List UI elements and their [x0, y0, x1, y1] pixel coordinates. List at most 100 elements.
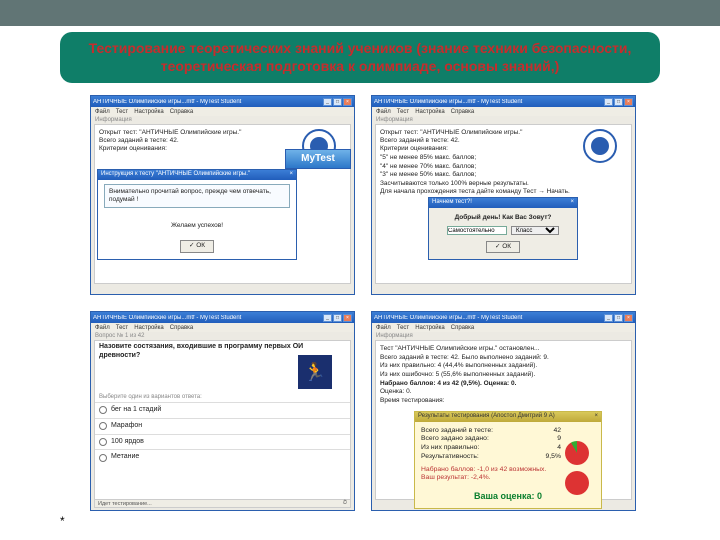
name-input[interactable]	[447, 226, 507, 235]
header-band	[0, 0, 720, 30]
pie-chart-2-icon	[565, 471, 589, 495]
info-label: Информация	[91, 116, 354, 124]
r4l: Результативность:	[421, 453, 479, 461]
menu-help[interactable]: Справка	[170, 109, 194, 115]
menu-test[interactable]: Тест	[397, 109, 409, 115]
runner-icon: 🏃	[298, 355, 332, 389]
close-button[interactable]: ×	[343, 98, 352, 106]
r1v: 42	[553, 427, 561, 435]
max-button[interactable]: □	[333, 314, 342, 322]
results-pane: Тест "АНТИЧНЫЕ Олимпийские игры." остано…	[375, 340, 632, 500]
ok-button[interactable]: ✓ ОК	[486, 241, 520, 253]
info-pane: MyTest Открыт тест: "АНТИЧНЫЕ Олимпийски…	[94, 124, 351, 284]
criteria-note: Засчитываются только 100% верные результ…	[380, 180, 627, 188]
r2l: Всего задано задано:	[421, 435, 489, 443]
max-button[interactable]: □	[614, 314, 623, 322]
option-1-label: бег на 1 стадий	[111, 406, 161, 415]
start-hint: Для начала прохождения теста дайте коман…	[380, 188, 627, 196]
min-button[interactable]: _	[323, 98, 332, 106]
menu-settings[interactable]: Настройка	[134, 109, 164, 115]
menu-settings[interactable]: Настройка	[134, 325, 164, 331]
menu-file[interactable]: Файл	[376, 325, 391, 331]
name-dialog-close-icon[interactable]: ×	[570, 199, 574, 207]
option-2[interactable]: Марафон	[95, 418, 350, 434]
org-logo-icon	[583, 129, 617, 163]
option-3-label: 100 ярдов	[111, 438, 144, 447]
min-button[interactable]: _	[604, 314, 613, 322]
close-button[interactable]: ×	[624, 98, 633, 106]
status-text: Идет тестирование...	[98, 501, 152, 507]
menu-test[interactable]: Тест	[397, 325, 409, 331]
window-title: АНТИЧНЫЕ Олимпийские игры...mtf - MyTest…	[374, 315, 604, 321]
criteria-3: "3" не менее 50% макс. баллов;	[380, 171, 627, 179]
menu-file[interactable]: Файл	[376, 109, 391, 115]
class-select[interactable]: Класс	[511, 226, 559, 235]
menu-help[interactable]: Справка	[170, 325, 194, 331]
menubar: Файл Тест Настройка Справка	[372, 323, 635, 332]
r4v: 9,5%	[546, 453, 562, 461]
option-4[interactable]: Метание	[95, 449, 350, 465]
menu-file[interactable]: Файл	[95, 325, 110, 331]
titlebar[interactable]: АНТИЧНЫЕ Олимпийские игры...mtf - MyTest…	[91, 312, 354, 323]
results-dialog-title: Результаты тестирования (Апостол Дмитрий…	[418, 413, 555, 421]
radio-1[interactable]	[99, 406, 107, 414]
window-name-prompt: АНТИЧНЫЕ Олимпийские игры...mtf - MyTest…	[371, 95, 636, 295]
name-dialog-title: Начнем тест?!	[432, 199, 472, 207]
criteria-4: "4" не менее 70% макс. баллов;	[380, 163, 627, 171]
menu-help[interactable]: Справка	[451, 109, 475, 115]
name-prompt: Добрый день! Как Вас Зовут?	[435, 214, 571, 222]
slide-title: Тестирование теоретических знаний ученик…	[60, 32, 660, 83]
instruction-title: Инструкция к тесту "АНТИЧНЫЕ Олимпийские…	[101, 171, 250, 179]
res-l5: Набрано баллов: 4 из 42 (9,5%). Оценка: …	[380, 380, 627, 388]
option-1[interactable]: бег на 1 стадий	[95, 402, 350, 418]
min-button[interactable]: _	[323, 314, 332, 322]
max-button[interactable]: □	[614, 98, 623, 106]
option-2-label: Марафон	[111, 422, 142, 431]
instruction-text-1: Внимательно прочитай вопрос, прежде чем …	[104, 184, 290, 208]
radio-2[interactable]	[99, 422, 107, 430]
window-results: АНТИЧНЫЕ Олимпийские игры...mtf - MyTest…	[371, 311, 636, 511]
radio-4[interactable]	[99, 454, 107, 462]
statusbar: Идет тестирование... ⏱	[94, 499, 351, 508]
ok-button[interactable]: ✓ ОК	[180, 240, 214, 252]
window-title: АНТИЧНЫЕ Олимпийские игры...mtf - MyTest…	[93, 315, 323, 321]
question-counter: Вопрос № 1 из 42	[91, 332, 354, 340]
res-l1: Тест "АНТИЧНЫЕ Олимпийские игры." остано…	[380, 345, 627, 353]
name-dialog: Начнем тест?! × Добрый день! Как Вас Зов…	[428, 197, 578, 260]
results-dialog: Результаты тестирования (Апостол Дмитрий…	[414, 411, 602, 509]
question-pane: Назовите состязания, входившие в програм…	[94, 340, 351, 500]
r1l: Всего заданий в тесте:	[421, 427, 493, 435]
titlebar[interactable]: АНТИЧНЫЕ Олимпийские игры...mtf - MyTest…	[372, 312, 635, 323]
menu-test[interactable]: Тест	[116, 109, 128, 115]
menu-file[interactable]: Файл	[95, 109, 110, 115]
window-question: АНТИЧНЫЕ Олимпийские игры...mtf - MyTest…	[90, 311, 355, 511]
window-title: АНТИЧНЫЕ Олимпийские игры...mtf - MyTest…	[93, 99, 323, 105]
titlebar[interactable]: АНТИЧНЫЕ Олимпийские игры...mtf - MyTest…	[372, 96, 635, 107]
close-button[interactable]: ×	[343, 314, 352, 322]
mytest-banner: MyTest	[285, 149, 351, 169]
instruction-close-icon[interactable]: ×	[289, 171, 293, 179]
res-l2: Всего заданий в тесте: 42. Было выполнен…	[380, 354, 627, 362]
info-pane: Открыт тест: "АНТИЧНЫЕ Олимпийские игры.…	[375, 124, 632, 284]
instruction-text-2: Желаем успехов!	[104, 222, 290, 230]
r2v: 9	[557, 435, 561, 443]
menu-settings[interactable]: Настройка	[415, 109, 445, 115]
menu-help[interactable]: Справка	[451, 325, 475, 331]
footnote-star: *	[60, 514, 65, 528]
menu-settings[interactable]: Настройка	[415, 325, 445, 331]
timer-icon: ⏱	[343, 500, 347, 507]
screenshot-grid: АНТИЧНЫЕ Олимпийские игры...mtf - MyTest…	[0, 83, 720, 511]
option-3[interactable]: 100 ярдов	[95, 434, 350, 450]
radio-3[interactable]	[99, 438, 107, 446]
titlebar[interactable]: АНТИЧНЫЕ Олимпийские игры...mtf - MyTest…	[91, 96, 354, 107]
min-button[interactable]: _	[604, 98, 613, 106]
max-button[interactable]: □	[333, 98, 342, 106]
menubar: Файл Тест Настройка Справка	[91, 107, 354, 116]
results-close-icon[interactable]: ×	[594, 413, 598, 421]
close-button[interactable]: ×	[624, 314, 633, 322]
res-l6: Оценка: 0.	[380, 388, 627, 396]
pie-chart-1-icon	[565, 441, 589, 465]
window-title: АНТИЧНЫЕ Олимпийские игры...mtf - MyTest…	[374, 99, 604, 105]
res-l3: Из них правильно: 4 (44,4% выполненных з…	[380, 362, 627, 370]
menu-test[interactable]: Тест	[116, 325, 128, 331]
